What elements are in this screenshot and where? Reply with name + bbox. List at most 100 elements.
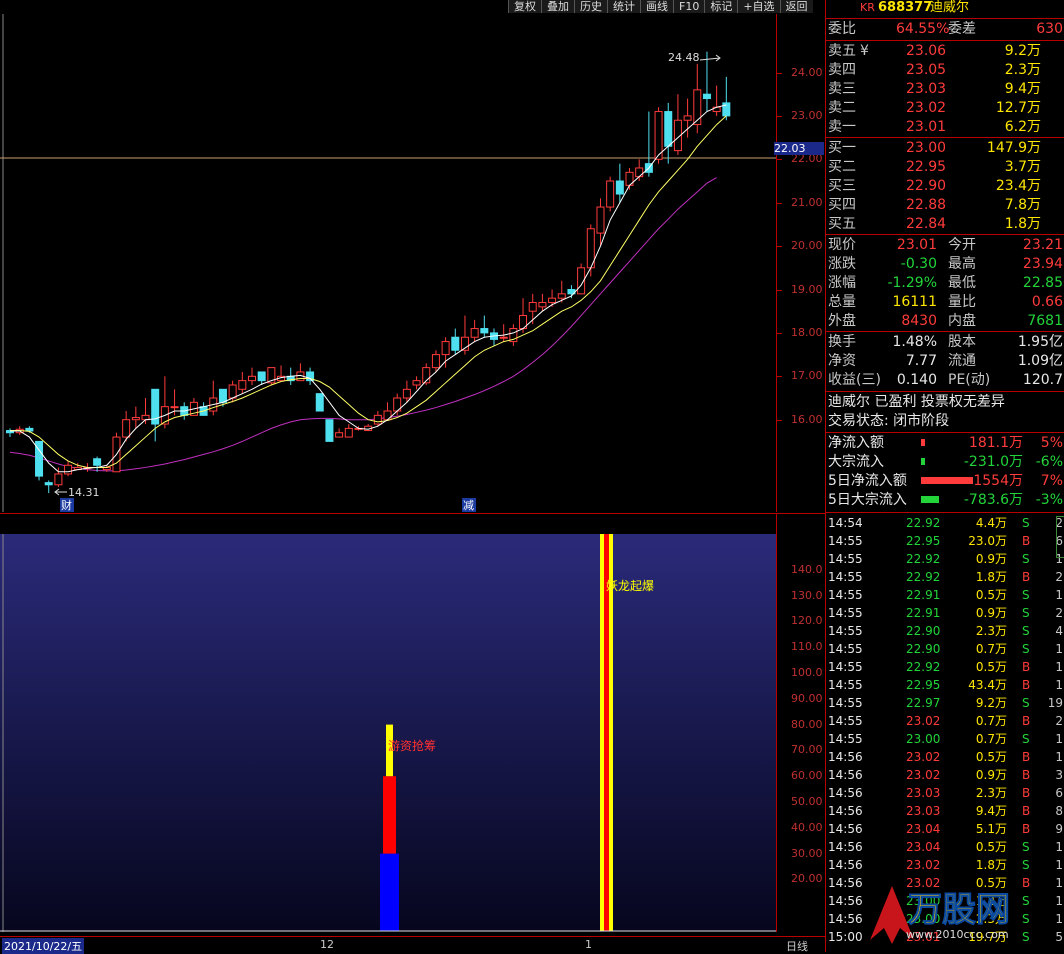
info-line-2: 交易状态: 闭市阶段: [828, 413, 950, 429]
tick-side: B: [1022, 534, 1031, 548]
toolbar-6[interactable]: 标记: [704, 0, 737, 13]
tick-price: 23.02: [906, 858, 941, 872]
ma-short-line: [10, 104, 727, 473]
tick-row: 14:55 23.02 0.7万 B 2: [826, 712, 1064, 730]
ask-row-4[interactable]: 卖四 23.05 2.3万: [826, 61, 1064, 80]
price-tick-mark: [777, 419, 782, 421]
bid-row-2[interactable]: 买二 22.95 3.7万: [826, 158, 1064, 177]
tick-count: 1: [1055, 876, 1063, 890]
indicator-tick: 110.0: [791, 640, 823, 654]
ask-label: 卖二: [828, 100, 856, 116]
indicator-tick: 50.00: [791, 795, 823, 808]
order-ratio-row: 委比 64.55% 委差 630: [826, 20, 1064, 39]
indicator-tick: 130.0: [791, 588, 823, 602]
price-tick: 20.00: [791, 239, 823, 253]
tick-scrollbar[interactable]: [1056, 516, 1064, 558]
price-tick: 23.00: [791, 108, 823, 122]
tick-price: 22.92: [906, 552, 941, 566]
price-tick-mark: [777, 159, 782, 161]
tick-row: 14:56 23.03 2.3万 B 6: [826, 784, 1064, 802]
tick-time: 14:55: [828, 714, 863, 728]
price-tick-mark: [777, 289, 782, 291]
price-tick-mark: [777, 246, 782, 248]
tick-price: 23.02: [906, 750, 941, 764]
tick-price: 22.95: [906, 534, 941, 548]
candle-body: [470, 328, 479, 338]
tick-count: 1: [1055, 894, 1063, 908]
currency-mark: ¥: [860, 43, 869, 59]
quote-row: 总量 16111 量比 0.66: [826, 293, 1064, 312]
candle-body: [402, 388, 411, 399]
flow-label: 净流入额: [828, 435, 884, 451]
ask-label: 卖四: [828, 62, 856, 78]
indicator-tick: 40.00: [791, 820, 823, 834]
candle-body: [25, 427, 34, 432]
bid-row-3[interactable]: 买三 22.90 23.4万: [826, 177, 1064, 196]
marker-cai: 财: [61, 498, 72, 512]
tick-time: 14:55: [828, 534, 863, 548]
price-tick: 16.00: [791, 412, 823, 426]
low-price-label: 14.31: [68, 486, 100, 499]
indicator-chart[interactable]: 游资抢筹 妖龙起爆: [0, 513, 776, 932]
ask-row-1[interactable]: 卖一 23.01 6.2万: [826, 118, 1064, 137]
candle-body: [248, 375, 256, 382]
candle-body: [325, 419, 334, 442]
flow-label: 5日净流入额: [828, 473, 907, 489]
candle-body: [383, 410, 392, 421]
toolbar-3[interactable]: 统计: [607, 0, 640, 13]
toolbar-4[interactable]: 画线: [640, 0, 673, 13]
flow-pct: 7%: [1040, 473, 1063, 489]
tick-time: 14:55: [828, 606, 863, 620]
price-tick-mark: [777, 202, 782, 204]
quote-label: 量比: [948, 294, 976, 310]
quote-label: 最低: [948, 275, 976, 291]
tick-row: 14:56 23.02 0.5万 B 1: [826, 748, 1064, 766]
candlestick-chart[interactable]: 24.48 14.31财 减: [0, 14, 776, 512]
watermark-logo: 万股网 www.2010ccc.com: [862, 878, 1042, 948]
tick-side: S: [1022, 606, 1030, 620]
ask-row-5[interactable]: 卖五 ¥23.06 9.2万: [826, 42, 1064, 61]
quote-value: 120.7: [1022, 372, 1063, 388]
bid-label: 买二: [828, 159, 856, 175]
tick-time: 14:54: [828, 516, 863, 530]
tick-count: 2: [1055, 570, 1063, 584]
bid-row-4[interactable]: 买四 22.88 7.8万: [826, 196, 1064, 215]
bid-volume: 23.4万: [995, 178, 1041, 194]
tick-row: 14:55 22.91 0.5万 S 1: [826, 586, 1064, 604]
tick-count: 2: [1055, 714, 1063, 728]
toolbar-8[interactable]: 返回: [779, 0, 813, 13]
toolbar-2[interactable]: 历史: [574, 0, 607, 13]
bid-price: 23.00: [906, 140, 947, 156]
yaolong-bar-inner: [604, 534, 609, 931]
tick-volume: 0.5万: [975, 588, 1007, 602]
tick-price: 22.91: [906, 588, 941, 602]
bid-row-5[interactable]: 买五 22.84 1.8万: [826, 215, 1064, 234]
tick-count: 1: [1055, 858, 1063, 872]
ask-row-2[interactable]: 卖二 23.02 12.7万: [826, 99, 1064, 118]
candle-body: [412, 380, 421, 386]
tick-time: 14:56: [828, 750, 863, 764]
tick-side: B: [1022, 750, 1031, 764]
indicator-tick: 60.00: [791, 769, 823, 783]
toolbar-7[interactable]: +自选: [737, 0, 779, 13]
tick-time: 14:56: [828, 912, 863, 926]
toolbar-5[interactable]: F10: [673, 0, 704, 13]
ask-row-3[interactable]: 卖三 23.03 9.4万: [826, 80, 1064, 99]
toolbar-0[interactable]: 复权: [508, 0, 541, 13]
diff-label: 委差: [948, 21, 976, 37]
quote-label: 内盘: [948, 313, 976, 329]
quote-row: 外盘 8430 内盘 7681: [826, 312, 1064, 331]
quote-value: 1.09亿: [1017, 353, 1063, 369]
bid-row-1[interactable]: 买一 23.00 147.9万: [826, 139, 1064, 158]
candle-body: [557, 293, 566, 299]
bid-price: 22.88: [906, 197, 947, 213]
candle-body: [480, 328, 489, 334]
tick-side: S: [1022, 552, 1030, 566]
candle-body: [344, 427, 353, 438]
bar-red-segment: [383, 776, 396, 854]
toolbar-1[interactable]: 叠加: [541, 0, 574, 13]
tick-row: 14:55 22.97 9.2万 S 19: [826, 694, 1064, 712]
quote-value: 23.21: [1022, 237, 1063, 253]
indicator-tick: 30.00: [791, 846, 823, 860]
candle-body: [373, 414, 382, 425]
